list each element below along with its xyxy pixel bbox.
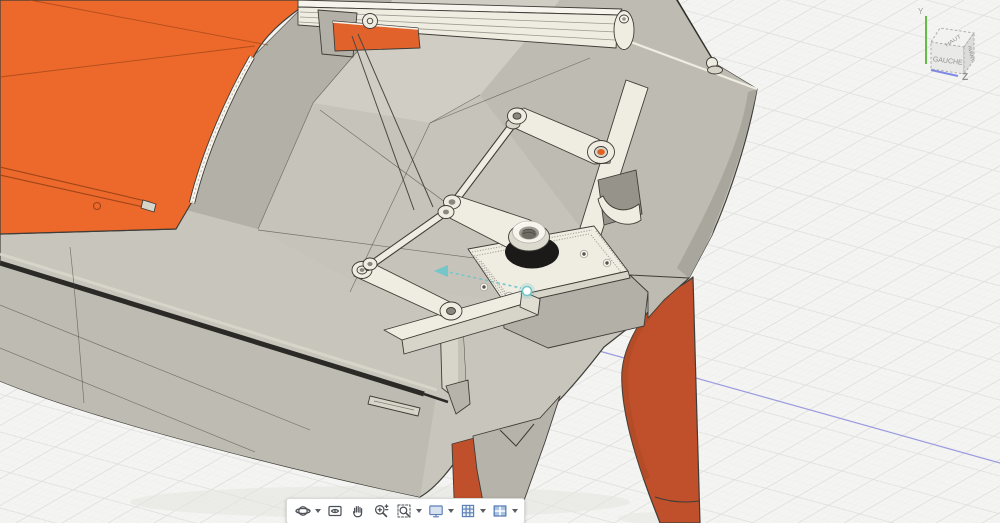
orbit-icon bbox=[294, 506, 311, 516]
pan-button[interactable] bbox=[347, 501, 368, 522]
axis-y-label: Y bbox=[918, 7, 924, 16]
navigation-toolbar bbox=[286, 498, 525, 523]
fit-button[interactable] bbox=[393, 501, 414, 522]
pan-icon bbox=[352, 505, 362, 518]
viewports-dropdown[interactable] bbox=[510, 501, 519, 522]
look-at-icon bbox=[327, 505, 342, 517]
fit-icon bbox=[397, 504, 410, 518]
view-cube[interactable]: Y HAUT GAUCHE AVANT Z bbox=[906, 2, 998, 92]
viewports-icon bbox=[492, 505, 507, 517]
zoom-icon bbox=[374, 504, 388, 518]
grid-snaps-button[interactable] bbox=[457, 501, 478, 522]
axis-z-label: Z bbox=[962, 72, 968, 83]
boom-pivot-pin bbox=[362, 13, 378, 29]
boat-model[interactable] bbox=[0, 0, 758, 523]
display-settings-button[interactable] bbox=[425, 501, 446, 522]
orbit-dropdown[interactable] bbox=[313, 501, 322, 522]
grid-snaps-dropdown[interactable] bbox=[478, 501, 487, 522]
viewports-button[interactable] bbox=[489, 501, 510, 522]
grid-snaps-icon bbox=[461, 504, 474, 518]
3d-viewport[interactable]: Y HAUT GAUCHE AVANT Z bbox=[0, 0, 1000, 523]
look-at-button[interactable] bbox=[324, 501, 345, 522]
fit-dropdown[interactable] bbox=[414, 501, 423, 522]
display-settings-icon bbox=[428, 505, 443, 518]
crank-orange-bushing bbox=[597, 149, 605, 155]
orbit-button[interactable] bbox=[292, 501, 313, 522]
joint-origin-dot bbox=[521, 285, 533, 297]
zoom-button[interactable] bbox=[370, 501, 391, 522]
display-settings-dropdown[interactable] bbox=[446, 501, 455, 522]
